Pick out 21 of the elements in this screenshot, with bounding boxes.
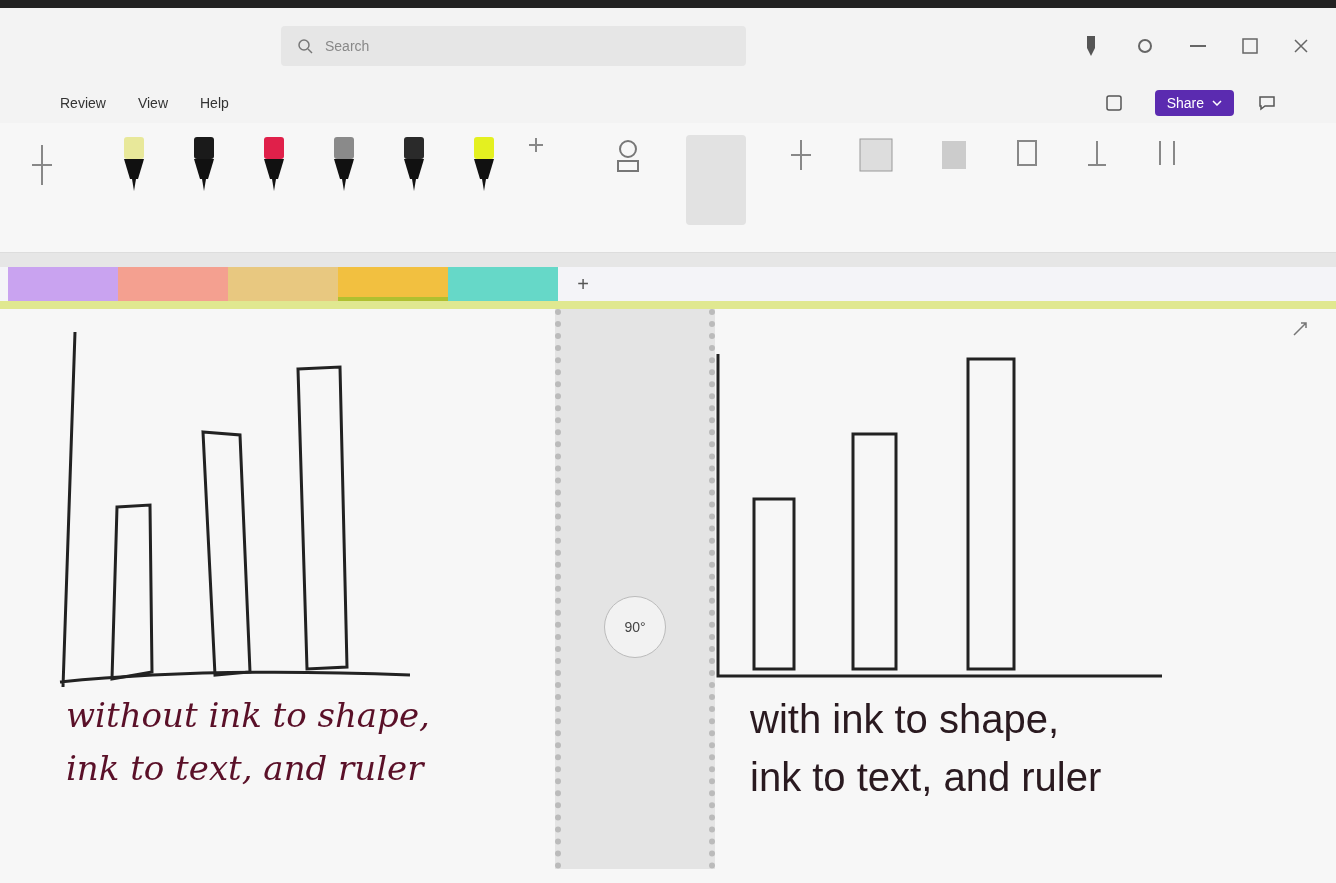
add-section-button[interactable]: +	[558, 267, 608, 301]
menu-tab[interactable]: Review	[60, 93, 106, 113]
ruler[interactable]: 90°	[555, 309, 715, 869]
close-icon[interactable]	[1294, 38, 1308, 53]
ruler-angle-dial[interactable]: 90°	[604, 595, 666, 658]
note-text: ink to text, and ruler	[750, 754, 1102, 801]
menu-tab[interactable]: Help	[200, 93, 229, 113]
share-button[interactable]: Share	[1154, 90, 1234, 116]
caret-icon	[1212, 100, 1222, 106]
expand-icon[interactable]	[1292, 321, 1308, 337]
add-pen-icon[interactable]	[526, 135, 546, 155]
handwritten-text: ink to text, and ruler	[66, 746, 426, 789]
handwritten-text: without ink to shape,	[66, 694, 430, 737]
menu-tab[interactable]: View	[137, 93, 168, 113]
search-icon	[297, 37, 313, 54]
window-icon[interactable]	[1104, 94, 1123, 112]
search-field[interactable]: Search	[281, 25, 746, 66]
note-text: with ink to shape,	[750, 696, 1061, 743]
minimize-icon[interactable]	[1190, 44, 1206, 47]
maximize-icon[interactable]	[1242, 37, 1258, 54]
comment-icon[interactable]	[1258, 94, 1276, 112]
